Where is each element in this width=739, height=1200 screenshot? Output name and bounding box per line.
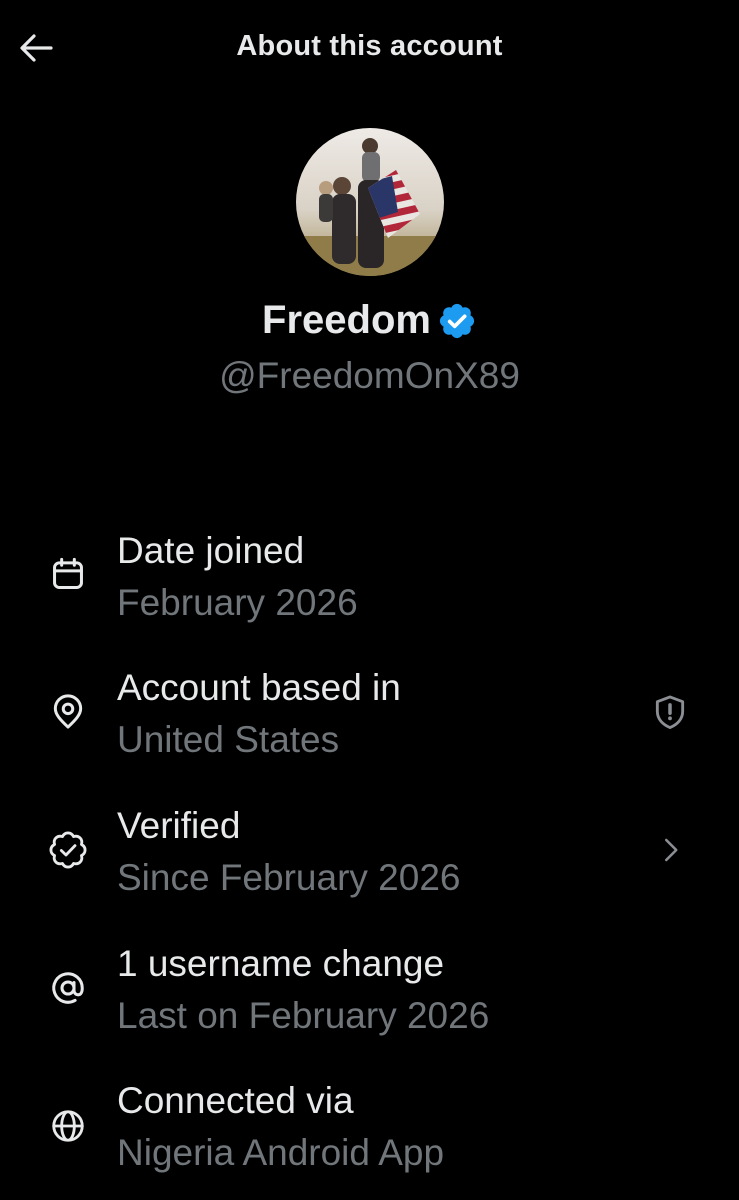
row-title: Date joined (117, 530, 305, 571)
row-connected-via: Connected via Nigeria Android App (0, 1072, 739, 1200)
row-account-based-in: Account based in United States (0, 659, 739, 787)
row-verified[interactable]: Verified Since February 2026 (0, 797, 739, 925)
row-username-change: 1 username change Last on February 2026 (0, 935, 739, 1063)
row-title: 1 username change (117, 943, 445, 984)
verified-check-icon (46, 828, 90, 872)
avatar-image (296, 128, 444, 276)
row-value: Nigeria Android App (117, 1132, 445, 1173)
row-title: Verified (117, 805, 241, 846)
row-date-joined: Date joined February 2026 (0, 522, 739, 650)
row-title: Account based in (117, 667, 401, 708)
row-value: Since February 2026 (117, 857, 461, 898)
page-title: About this account (236, 30, 503, 62)
top-bar: About this account (0, 0, 739, 96)
profile-name-row: Freedom (0, 298, 739, 343)
row-value: Last on February 2026 (117, 995, 490, 1036)
display-name: Freedom (262, 298, 431, 342)
row-value: United States (117, 719, 340, 760)
verified-badge-icon (437, 301, 477, 341)
location-pin-icon (46, 690, 90, 734)
calendar-icon (46, 552, 90, 596)
row-title: Connected via (117, 1080, 354, 1121)
avatar[interactable] (296, 128, 444, 276)
username-handle: @FreedomOnX89 (219, 355, 520, 396)
shield-alert-icon[interactable] (648, 690, 692, 734)
at-sign-icon (46, 966, 90, 1010)
row-value: February 2026 (117, 582, 358, 623)
chevron-right-icon[interactable] (648, 828, 692, 872)
globe-icon (46, 1104, 90, 1148)
